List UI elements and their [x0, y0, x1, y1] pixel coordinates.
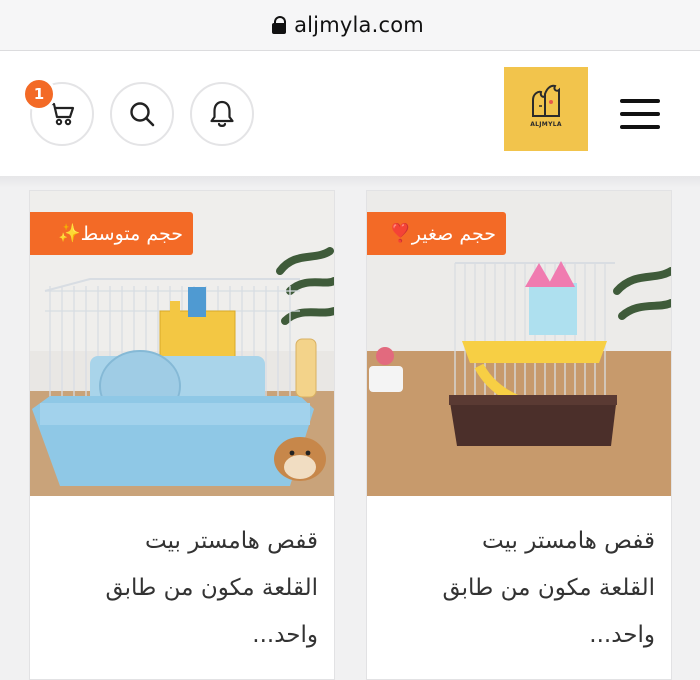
lock-icon — [272, 16, 287, 34]
search-button[interactable] — [110, 82, 174, 146]
cart-count-badge: 1 — [22, 77, 56, 111]
menu-button[interactable] — [620, 99, 660, 131]
bell-icon — [210, 100, 234, 127]
sparkles-icon: ✨ — [58, 223, 81, 244]
url-text[interactable]: aljmyla.com — [294, 13, 424, 37]
cart-icon — [48, 102, 75, 126]
badge-label: حجم صغير — [411, 222, 496, 245]
site-header — [0, 51, 700, 176]
browser-address-bar[interactable]: aljmyla.com — [0, 0, 700, 51]
site-logo[interactable]: ALJMYLA — [504, 67, 588, 151]
menu-icon — [620, 99, 660, 103]
product-size-badge: حجم صغير ❣️ — [367, 212, 506, 255]
notifications-button[interactable] — [190, 82, 254, 146]
heart-icon: ❣️ — [389, 223, 412, 244]
product-title[interactable]: قفص هامستر بيت القلعة مكون من طابق واحد.… — [395, 518, 655, 659]
badge-label: حجم متوسط — [80, 222, 183, 245]
logo-mark-icon — [532, 84, 560, 117]
product-title[interactable]: قفص هامستر بيت القلعة مكون من طابق واحد.… — [58, 518, 318, 659]
search-icon — [130, 102, 155, 127]
logo-text: ALJMYLA — [530, 121, 562, 128]
product-size-badge: حجم متوسط ✨ — [30, 212, 193, 255]
